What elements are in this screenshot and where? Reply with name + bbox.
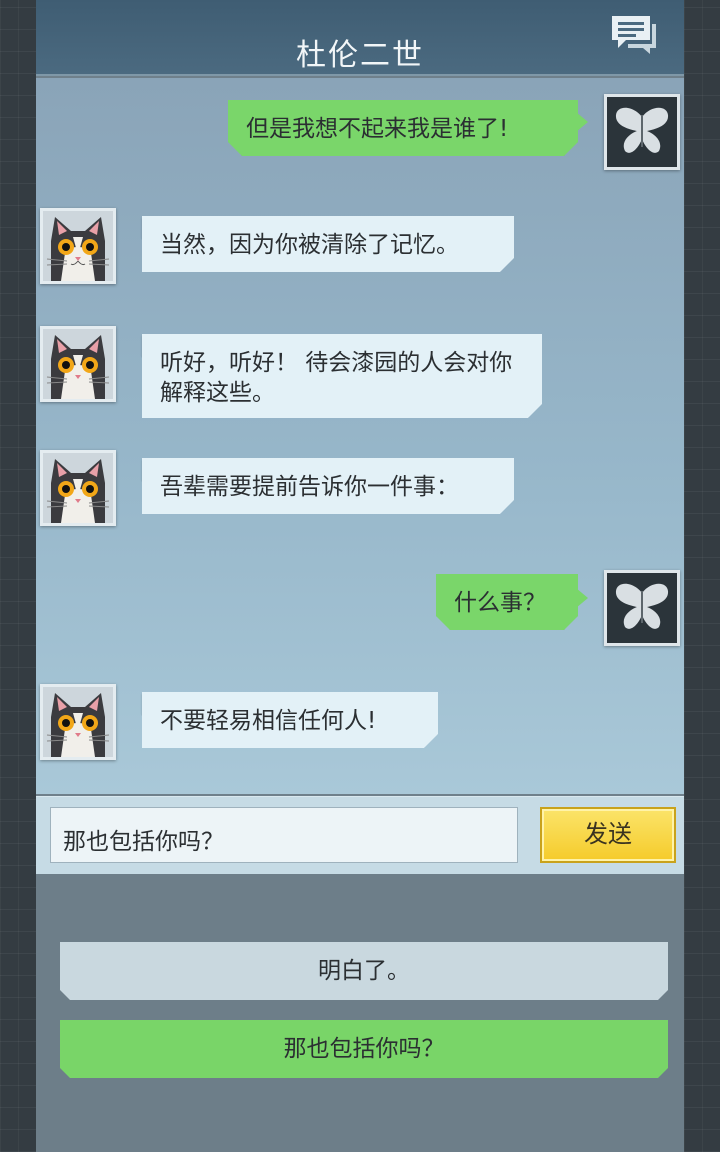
message-input[interactable]: 那也包括你吗？ bbox=[50, 807, 518, 863]
player-message: 但是我想不起来我是谁了! bbox=[228, 100, 578, 156]
npc-message: 吾辈需要提前告诉你一件事： bbox=[142, 458, 514, 514]
butterfly-avatar-icon bbox=[604, 94, 680, 170]
message-text: 但是我想不起来我是谁了! bbox=[246, 116, 509, 142]
message-text: 听好，听好！ 待会漆园的人会对你解释这些。 bbox=[160, 350, 513, 406]
player-message: 什么事？ bbox=[436, 574, 578, 630]
message-text: 当然，因为你被清除了记忆。 bbox=[160, 232, 459, 258]
cat-avatar-icon bbox=[40, 450, 116, 526]
send-button[interactable]: 发送 bbox=[540, 807, 676, 863]
npc-message: 当然，因为你被清除了记忆。 bbox=[142, 216, 514, 272]
cat-avatar-icon bbox=[40, 326, 116, 402]
chat-bubbles-icon[interactable] bbox=[610, 14, 658, 54]
cat-avatar-icon bbox=[40, 684, 116, 760]
phone-screen: 杜伦二世 但是我想不起来我是谁了! 当然，因为你被清除了记忆。 听好，听好！ 待… bbox=[36, 0, 684, 1152]
npc-message: 不要轻易相信任何人! bbox=[142, 692, 438, 748]
npc-message: 听好，听好！ 待会漆园的人会对你解释这些。 bbox=[142, 334, 542, 418]
background-left bbox=[0, 0, 36, 1152]
choice-button-including-you[interactable]: 那也包括你吗？ bbox=[60, 1020, 668, 1078]
message-list[interactable]: 但是我想不起来我是谁了! 当然，因为你被清除了记忆。 听好，听好！ 待会漆园的人… bbox=[36, 78, 684, 794]
butterfly-avatar-icon bbox=[604, 570, 680, 646]
message-text: 什么事？ bbox=[454, 590, 546, 616]
contact-name: 杜伦二世 bbox=[296, 38, 424, 73]
input-bar: 那也包括你吗？ 发送 bbox=[36, 796, 684, 874]
message-text: 吾辈需要提前告诉你一件事： bbox=[160, 474, 459, 500]
choice-button-understood[interactable]: 明白了。 bbox=[60, 942, 668, 1000]
cat-avatar-icon bbox=[40, 208, 116, 284]
reply-choices: 明白了。 那也包括你吗？ bbox=[36, 874, 684, 1152]
message-text: 不要轻易相信任何人! bbox=[160, 708, 377, 734]
chat-header: 杜伦二世 bbox=[36, 0, 684, 76]
background-right bbox=[684, 0, 720, 1152]
